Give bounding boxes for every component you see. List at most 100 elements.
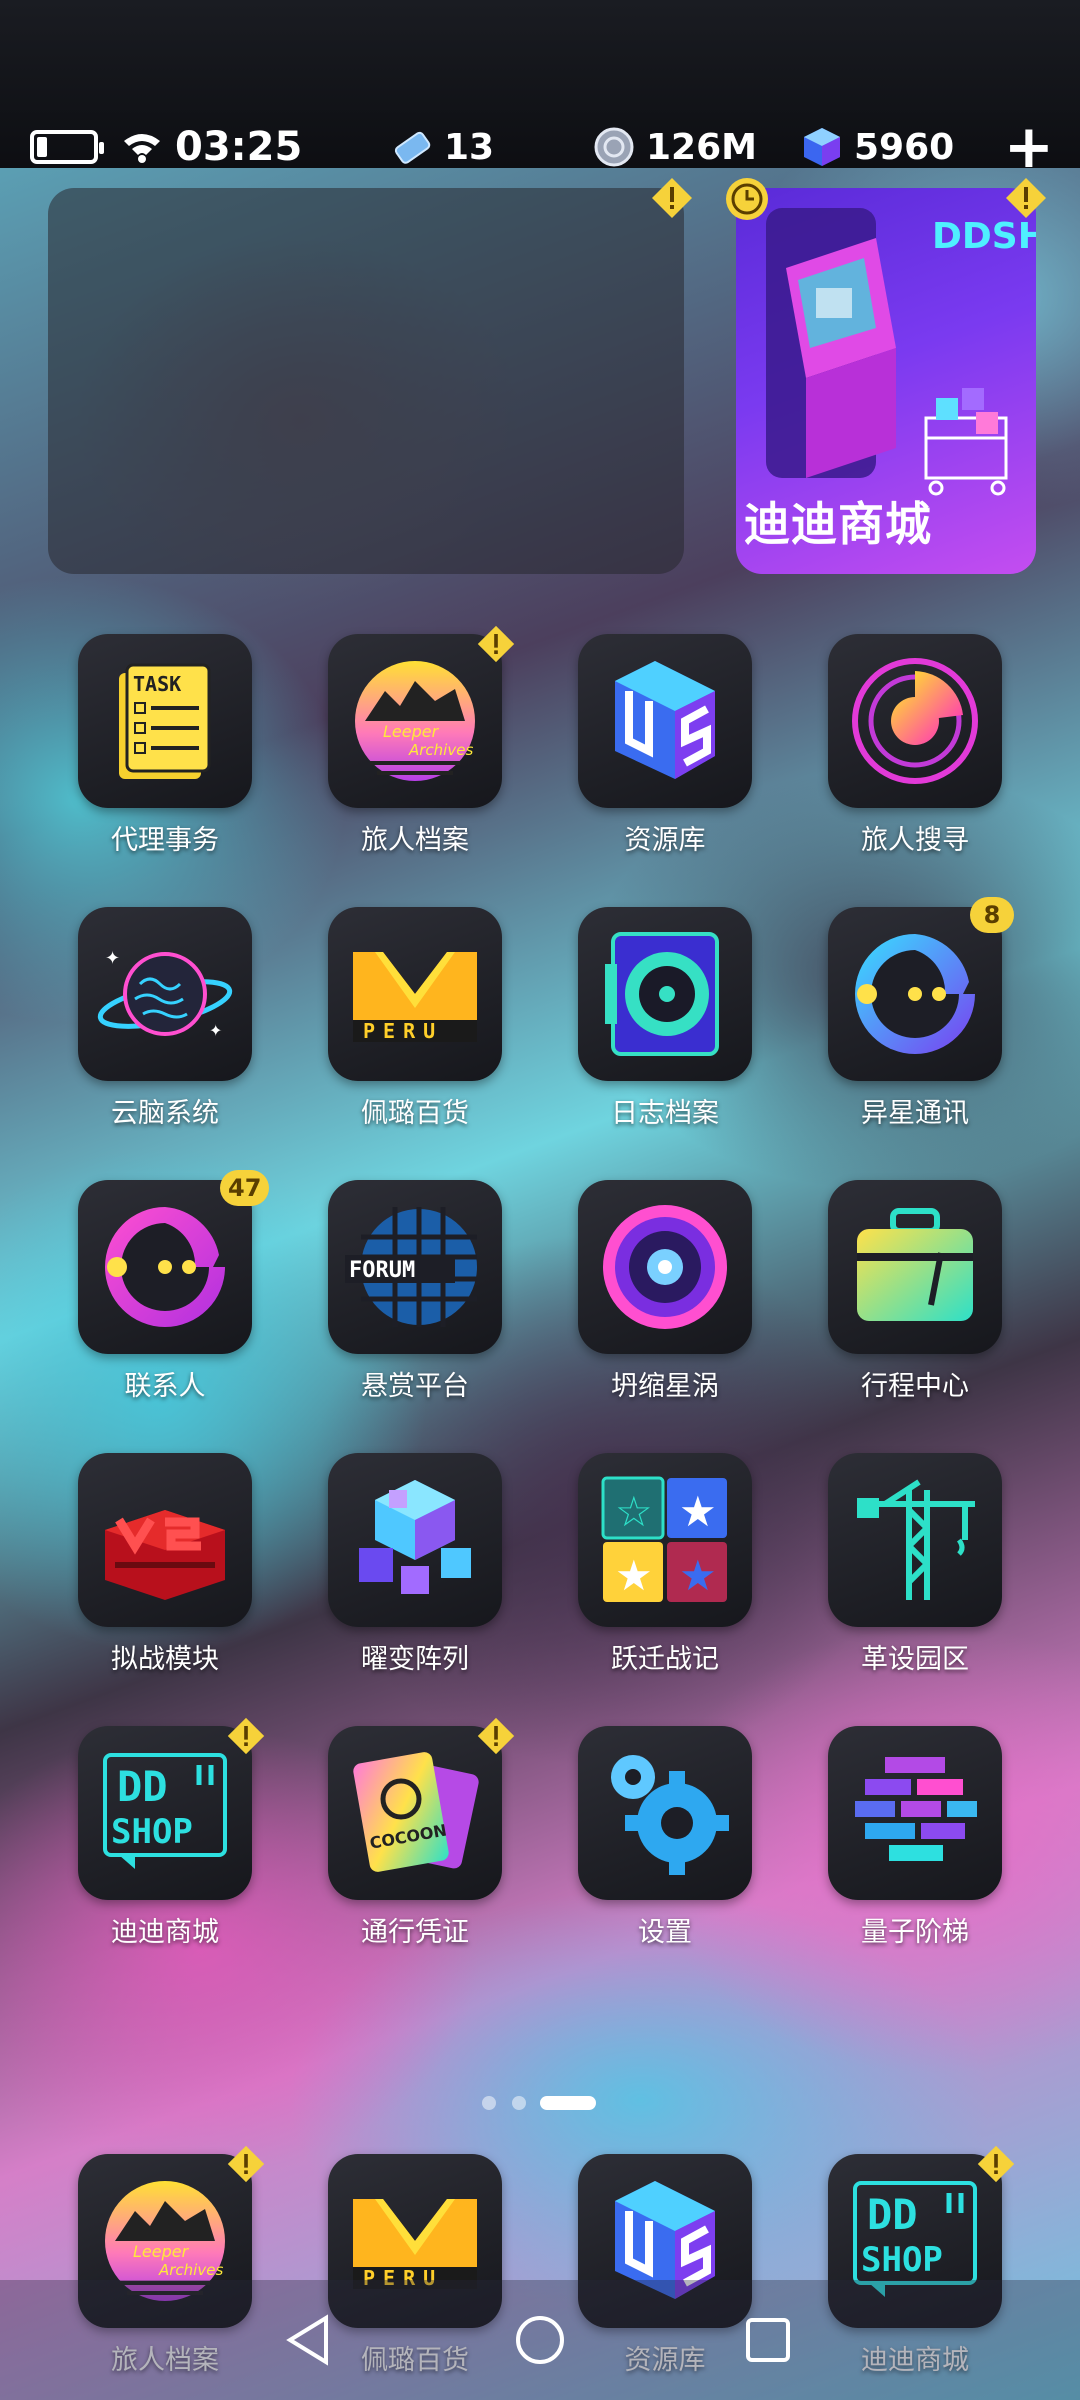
back-triangle-icon[interactable]: [278, 2310, 338, 2370]
task-list-icon: TASK: [119, 663, 211, 779]
app-tile[interactable]: [828, 1726, 1002, 1900]
app-label: 联系人: [124, 1371, 206, 1402]
ticket-icon: [390, 125, 434, 169]
coin-icon: [592, 125, 636, 169]
app-tile[interactable]: [328, 1453, 502, 1627]
app-tile[interactable]: [78, 1453, 252, 1627]
app-tile[interactable]: FORUM: [328, 1180, 502, 1354]
svg-text:FORUM: FORUM: [349, 1258, 415, 1283]
gems-value: 5960: [854, 126, 955, 168]
app-label: 行程中心: [861, 1371, 969, 1402]
app-label: 异星通讯: [861, 1098, 969, 1129]
vortex-eye-icon: [603, 1205, 727, 1329]
app-label: 革设园区: [861, 1644, 969, 1675]
app-label: 拟战模块: [111, 1644, 219, 1675]
app-tile[interactable]: [78, 1180, 252, 1354]
app-label: 旅人档案: [361, 825, 469, 856]
app-label: 代理事务: [111, 825, 219, 856]
app-tile[interactable]: [578, 634, 752, 808]
radar-icon: [852, 658, 978, 784]
app-label: 曜变阵列: [361, 1644, 469, 1675]
app-tile[interactable]: [578, 1180, 752, 1354]
plus-icon[interactable]: +: [1004, 112, 1054, 182]
app-tile[interactable]: [828, 1453, 1002, 1627]
cube-storage-icon: [615, 661, 715, 779]
coins-value: 126M: [646, 126, 757, 168]
app-label: 设置: [638, 1917, 692, 1948]
star-grid-icon: ☆ ★ ★ ★: [601, 1476, 727, 1602]
svg-text:Leeper: Leeper: [383, 722, 440, 741]
ddshop-logo-text: DDSHOP: [932, 216, 1036, 257]
svg-text:★: ★: [679, 1551, 717, 1600]
app-label: 跃迁战记: [611, 1644, 719, 1675]
peru-m-icon: PERU: [353, 952, 477, 1043]
crane-icon: [857, 1479, 975, 1600]
page-indicator: [0, 2094, 1080, 2114]
warning-icon: [477, 625, 515, 663]
pacman-contact-icon: [105, 1207, 225, 1327]
svg-text:Archives: Archives: [158, 2261, 223, 2279]
status-bar: 03:25 13 126M 5960 +: [0, 112, 1080, 182]
app-label: 旅人搜寻: [861, 825, 969, 856]
warning-icon: [227, 2145, 265, 2183]
recents-square-icon[interactable]: [738, 2310, 798, 2370]
shop-widget-label: 迪迪商城: [744, 497, 932, 551]
cube-array-icon: [359, 1480, 471, 1594]
app-label: 佩璐百货: [361, 1098, 469, 1129]
vs-module-icon: [105, 1510, 225, 1600]
home-circle-icon[interactable]: [510, 2310, 570, 2370]
coins-counter[interactable]: 126M: [592, 112, 757, 182]
app-tile[interactable]: [578, 907, 752, 1081]
app-label: 通行凭证: [361, 1917, 469, 1948]
app-label: 日志档案: [611, 1098, 719, 1129]
page-dot[interactable]: [512, 2096, 526, 2110]
svg-text:SHOP: SHOP: [111, 1812, 193, 1852]
ddshop-icon: DDSHOP: [103, 1753, 227, 1869]
shop-widget[interactable]: DDSHOP 迪迪商城: [736, 188, 1036, 574]
svg-text:✦: ✦: [209, 1021, 222, 1040]
wifi-icon: [122, 112, 162, 182]
svg-text:☆: ☆: [615, 1487, 653, 1536]
warning-icon: [1006, 178, 1046, 218]
disc-log-icon: [605, 932, 719, 1056]
tickets-counter[interactable]: 13: [390, 112, 494, 182]
tickets-value: 13: [444, 126, 495, 168]
pacman-chat-icon: [855, 934, 975, 1054]
warning-icon: [477, 1717, 515, 1755]
warning-icon: [227, 1717, 265, 1755]
svg-text:DD: DD: [117, 1762, 168, 1811]
app-tile[interactable]: ✦ ✦: [78, 907, 252, 1081]
cocoon-pass-icon: COCOON: [353, 1752, 479, 1872]
svg-text:PERU: PERU: [363, 1019, 443, 1043]
app-tile[interactable]: [828, 634, 1002, 808]
app-tile[interactable]: [578, 1726, 752, 1900]
app-label: 悬赏平台: [361, 1371, 469, 1402]
app-tile[interactable]: [828, 1180, 1002, 1354]
app-tile[interactable]: [828, 907, 1002, 1081]
svg-text:✦: ✦: [105, 948, 120, 969]
leeper-archives-icon: LeeperArchives: [355, 661, 475, 781]
app-tile[interactable]: PERU: [328, 907, 502, 1081]
battery-icon: [30, 130, 104, 164]
warning-icon: [977, 2145, 1015, 2183]
svg-text:Leeper: Leeper: [133, 2242, 190, 2261]
gears-icon: [611, 1755, 729, 1875]
brain-planet-icon: ✦✦: [97, 948, 233, 1040]
gems-counter[interactable]: 5960: [800, 112, 954, 182]
clock-icon: [726, 178, 768, 220]
warning-icon: [652, 178, 692, 218]
svg-text:SHOP: SHOP: [861, 2240, 943, 2280]
svg-text:DD: DD: [867, 2190, 918, 2239]
app-tile[interactable]: TASK: [78, 634, 252, 808]
app-label: 资源库: [624, 825, 706, 856]
widget-placeholder[interactable]: [48, 188, 684, 574]
page-dot[interactable]: [482, 2096, 496, 2110]
svg-text:★: ★: [679, 1487, 717, 1536]
page-dot-active[interactable]: [540, 2096, 596, 2110]
svg-text:Archives: Archives: [408, 741, 473, 759]
app-tile[interactable]: ☆ ★ ★ ★: [578, 1453, 752, 1627]
suitcase-icon: [857, 1208, 973, 1321]
app-label: 云脑系统: [111, 1098, 219, 1129]
app-label: 迪迪商城: [111, 1917, 219, 1948]
forum-globe-icon: FORUM: [345, 1207, 477, 1327]
